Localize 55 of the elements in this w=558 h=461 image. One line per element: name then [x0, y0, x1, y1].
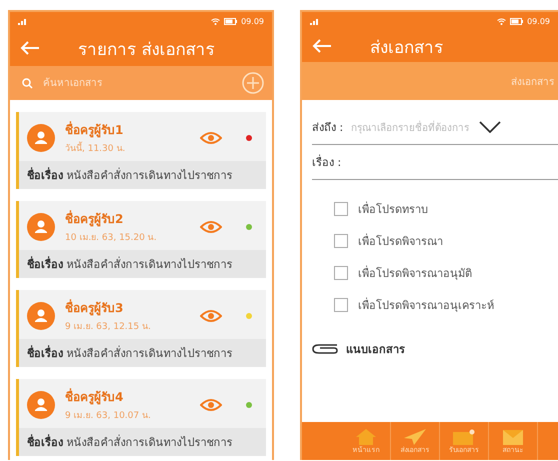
house-icon [355, 428, 377, 446]
option-label: เพื่อโปรดพิจารณาอนุมัติ [358, 264, 472, 282]
field-label: เรื่อง : [312, 154, 342, 171]
checkbox[interactable] [334, 202, 348, 216]
paperclip-icon [312, 343, 338, 355]
eye-icon[interactable] [200, 220, 222, 232]
wifi-icon [497, 18, 506, 24]
sent-date: 10 เม.ย. 63, 15.20 น. [65, 232, 158, 244]
document-card[interactable]: ชื่อครูผู้รับ4 9 เม.ย. 63, 10.07 น. ชื่อเรื่อง หนังสือคำสั่งการเดินทางไปราชการ [16, 379, 266, 456]
eye-icon[interactable] [200, 398, 222, 410]
paper-plane-icon [403, 428, 427, 446]
option-label: เพื่อโปรดพิจารณา [358, 232, 443, 250]
screen-title: รายการ ส่งเอกสาร [78, 38, 214, 62]
signal-icon [310, 18, 320, 24]
sent-date: 9 เม.ย. 63, 12.15 น. [65, 321, 152, 333]
search-input[interactable]: ค้นหาเอกสาร [41, 76, 234, 90]
open-envelope-icon [502, 428, 524, 446]
checkbox[interactable] [334, 298, 348, 312]
recipient-name: ชื่อครูผู้รับ3 [65, 298, 124, 317]
search-field[interactable]: ค้นหาเอกสาร [10, 66, 272, 100]
option-label: เพื่อโปรดทราบ [358, 200, 428, 218]
sent-date: วันนี้, 11.30 น. [65, 141, 190, 155]
eye-icon[interactable] [200, 132, 222, 144]
chevron-down-icon [479, 121, 502, 133]
recipient-name: ชื่อครูผู้รับ4 [65, 387, 124, 406]
recipient-name: ชื่อครูผู้รับ2 [65, 209, 124, 228]
screen-title: ส่งเอกสาร [370, 36, 443, 60]
avatar-icon [27, 124, 55, 152]
back-arrow-icon[interactable] [312, 39, 332, 53]
recipient-select[interactable]: กรุณาเลือกรายชื่อที่ต้องการ [351, 120, 558, 134]
document-card[interactable]: ชื่อครูผู้รับ1 วันนี้, 11.30 น. ชื่อเรื่อง หนังสือคำสั่งการเดินทางไปราชการ [16, 112, 266, 189]
search-icon [22, 78, 33, 88]
send-tab[interactable]: ส่งเอกสาร [511, 74, 554, 88]
checkbox[interactable] [334, 234, 348, 248]
field-label: ส่งถึง : [312, 120, 344, 136]
eye-icon[interactable] [200, 310, 222, 322]
checkbox[interactable] [334, 266, 348, 280]
document-card[interactable]: ชื่อครูผู้รับ2 10 เม.ย. 63, 15.20 น. ชื่อเรื่อง หนังสือคำสั่งการเดินทางไปราชการ [16, 201, 266, 278]
avatar-icon [27, 302, 55, 330]
sent-date: 9 เม.ย. 63, 10.07 น. [65, 410, 152, 422]
signal-icon [18, 18, 28, 24]
add-icon[interactable] [242, 72, 264, 94]
battery-icon [224, 18, 238, 24]
battery-icon [510, 18, 524, 24]
document-card[interactable]: ชื่อครูผู้รับ3 9 เม.ย. 63, 12.15 น. ชื่อเรื่อง หนังสือคำสั่งการเดินทางไปราชการ [16, 290, 266, 367]
envelope-icon [452, 428, 476, 446]
avatar-icon [27, 390, 55, 418]
status-time: 09.09 [527, 16, 550, 26]
option-label: เพื่อโปรดพิจารณาอนุเคราะห์ [358, 296, 494, 314]
avatar-icon [27, 212, 55, 240]
recipient-name: ชื่อครูผู้รับ1 [65, 120, 124, 139]
status-time: 09.09 [241, 16, 264, 26]
back-arrow-icon[interactable] [20, 41, 40, 55]
attach-link[interactable]: แนบเอกสาร [346, 340, 405, 358]
wifi-icon [211, 18, 220, 24]
